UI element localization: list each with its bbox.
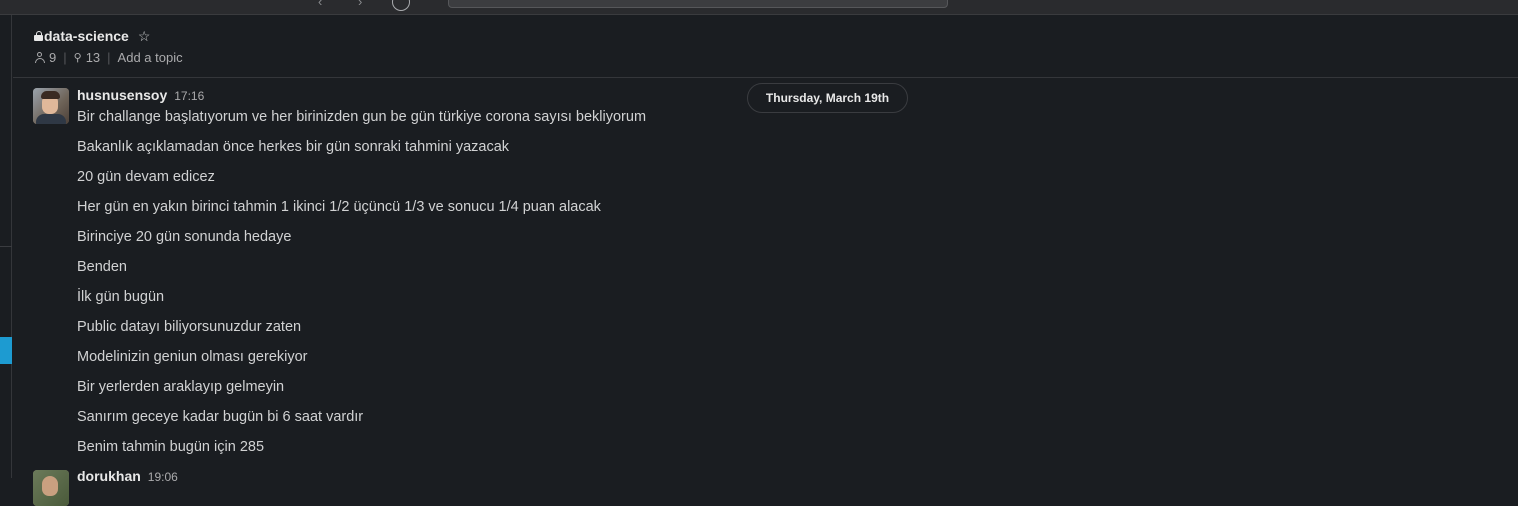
message-timestamp[interactable]: 19:06 bbox=[148, 470, 178, 484]
add-topic-link[interactable]: Add a topic bbox=[118, 50, 183, 65]
message-line: Public datayı biliyorsunuzdur zaten bbox=[77, 319, 302, 335]
message-line: Sanırım geceye kadar bugün bi 6 saat var… bbox=[77, 409, 364, 425]
star-icon[interactable]: ☆ bbox=[138, 29, 151, 43]
message-header: husnusensoy 17:16 bbox=[77, 87, 204, 103]
message-line: Modelinizin geniun olması gerekiyor bbox=[77, 349, 308, 365]
members-icon[interactable] bbox=[34, 52, 45, 63]
sidebar-divider bbox=[0, 246, 12, 247]
channel-name[interactable]: data-science bbox=[44, 28, 129, 44]
sidebar-selected-indicator bbox=[0, 337, 12, 364]
search-input[interactable] bbox=[448, 0, 948, 8]
message-line: İlk gün bugün bbox=[77, 289, 165, 305]
date-divider[interactable]: Thursday, March 19th bbox=[747, 83, 908, 113]
sidebar-edge bbox=[0, 15, 12, 478]
message-line: Benden bbox=[77, 259, 127, 275]
meta-separator: | bbox=[63, 50, 67, 65]
message-line: Birinciye 20 gün sonunda hedaye bbox=[77, 229, 292, 245]
message-line: Bir challange başlatıyorum ve her birini… bbox=[77, 109, 647, 125]
meta-separator: | bbox=[107, 50, 111, 65]
message-author[interactable]: husnusensoy bbox=[77, 87, 167, 103]
channel-header: data-science ☆ 9 | ⚲ 13 | Add a topic bbox=[13, 15, 1518, 78]
message-author[interactable]: dorukhan bbox=[77, 468, 141, 484]
pins-count[interactable]: 13 bbox=[86, 50, 100, 65]
history-icon[interactable] bbox=[392, 0, 410, 11]
pin-icon[interactable]: ⚲ bbox=[74, 51, 82, 64]
message-line: Bakanlık açıklamadan önce herkes bir gün… bbox=[77, 139, 510, 155]
channel-meta: 9 | ⚲ 13 | Add a topic bbox=[34, 50, 183, 65]
avatar[interactable] bbox=[33, 88, 69, 124]
back-arrow-icon[interactable]: ‹ bbox=[318, 0, 322, 9]
channel-title-row[interactable]: data-science ☆ bbox=[34, 28, 150, 44]
message-line: Bir yerlerden araklayıp gelmeyin bbox=[77, 379, 285, 395]
message-timestamp[interactable]: 17:16 bbox=[174, 89, 204, 103]
avatar[interactable] bbox=[33, 470, 69, 506]
message-header: dorukhan 19:06 bbox=[77, 468, 178, 484]
message-line: Her gün en yakın birinci tahmin 1 ikinci… bbox=[77, 199, 601, 215]
message-line: 20 gün devam edicez bbox=[77, 169, 215, 185]
message-line: Benim tahmin bugün için 285 bbox=[77, 439, 265, 455]
message-list: Thursday, March 19th husnusensoy 17:16 B… bbox=[13, 79, 1518, 506]
members-count[interactable]: 9 bbox=[49, 50, 56, 65]
top-bar: ‹ › bbox=[0, 0, 1518, 15]
forward-arrow-icon[interactable]: › bbox=[358, 0, 362, 9]
lock-icon bbox=[34, 31, 43, 41]
